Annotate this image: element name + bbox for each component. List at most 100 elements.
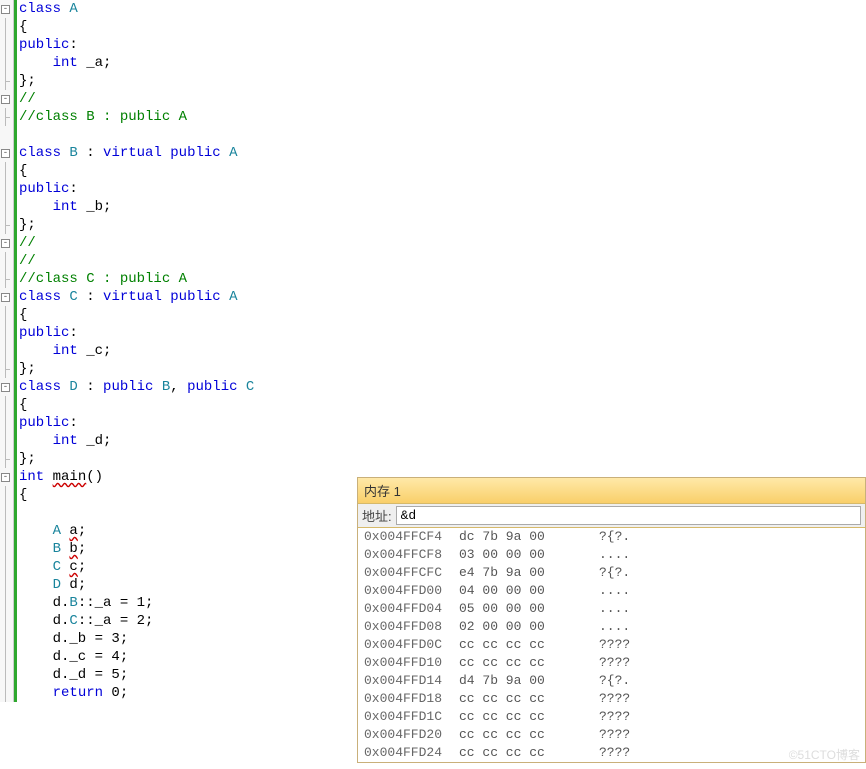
fold-end — [0, 108, 11, 126]
fold-toggle-icon[interactable]: - — [0, 90, 11, 108]
memory-hex: 04 00 00 00 — [459, 582, 599, 600]
fold-end — [0, 72, 11, 90]
memory-hex: 03 00 00 00 — [459, 546, 599, 564]
code-line[interactable]: int _d; — [19, 432, 866, 450]
memory-ascii: ?{?. — [599, 528, 630, 546]
fold-line — [0, 666, 11, 684]
memory-ascii: ???? — [599, 636, 630, 654]
fold-toggle-icon[interactable]: - — [0, 468, 11, 486]
memory-address-row: 地址: — [358, 504, 865, 528]
fold-gutter[interactable]: - - - - - - - — [0, 0, 14, 702]
memory-address: 0x004FFD14 — [364, 672, 459, 690]
code-line[interactable]: { — [19, 162, 866, 180]
fold-line — [0, 594, 11, 612]
code-line[interactable]: int _a; — [19, 54, 866, 72]
memory-address: 0x004FFD20 — [364, 726, 459, 744]
code-line[interactable]: class B : virtual public A — [19, 144, 866, 162]
code-line[interactable]: //class C : public A — [19, 270, 866, 288]
code-line[interactable]: //class B : public A — [19, 108, 866, 126]
code-line[interactable]: }; — [19, 450, 866, 468]
memory-row[interactable]: 0x004FFD18cc cc cc cc???? — [358, 690, 865, 708]
code-line[interactable]: { — [19, 306, 866, 324]
fold-line — [0, 252, 11, 270]
memory-address: 0x004FFD10 — [364, 654, 459, 672]
fold-end — [0, 270, 11, 288]
fold-line — [0, 36, 11, 54]
code-line[interactable]: }; — [19, 360, 866, 378]
code-line[interactable]: { — [19, 396, 866, 414]
memory-address: 0x004FFCFC — [364, 564, 459, 582]
memory-row[interactable]: 0x004FFD14d4 7b 9a 00?{?. — [358, 672, 865, 690]
memory-row[interactable]: 0x004FFD20cc cc cc cc???? — [358, 726, 865, 744]
fold-line — [0, 18, 11, 36]
code-line[interactable]: }; — [19, 72, 866, 90]
memory-row[interactable]: 0x004FFCFCe4 7b 9a 00?{?. — [358, 564, 865, 582]
fold-end — [0, 360, 11, 378]
memory-ascii: ?{?. — [599, 672, 630, 690]
memory-panel: 内存 1 地址: 0x004FFCF4dc 7b 9a 00?{?.0x004F… — [357, 477, 866, 763]
code-line[interactable]: class C : virtual public A — [19, 288, 866, 306]
fold-line — [0, 54, 11, 72]
fold-blank — [0, 126, 13, 144]
fold-toggle-icon[interactable]: - — [0, 378, 11, 396]
memory-row[interactable]: 0x004FFD0004 00 00 00.... — [358, 582, 865, 600]
fold-line — [0, 342, 11, 360]
code-line[interactable]: public: — [19, 414, 866, 432]
code-line[interactable]: // — [19, 234, 866, 252]
fold-line — [0, 198, 11, 216]
code-line[interactable]: // — [19, 90, 866, 108]
fold-toggle-icon[interactable]: - — [0, 234, 11, 252]
memory-ascii: ???? — [599, 708, 630, 726]
fold-line — [0, 504, 11, 522]
fold-line — [0, 648, 11, 666]
memory-row[interactable]: 0x004FFD0802 00 00 00.... — [358, 618, 865, 636]
memory-ascii: .... — [599, 618, 630, 636]
memory-row[interactable]: 0x004FFCF803 00 00 00.... — [358, 546, 865, 564]
memory-address: 0x004FFD00 — [364, 582, 459, 600]
memory-hex: cc cc cc cc — [459, 636, 599, 654]
code-line[interactable]: class A — [19, 0, 866, 18]
memory-body[interactable]: 0x004FFCF4dc 7b 9a 00?{?.0x004FFCF803 00… — [358, 528, 865, 762]
code-line[interactable]: public: — [19, 36, 866, 54]
code-line[interactable]: }; — [19, 216, 866, 234]
fold-line — [0, 612, 11, 630]
code-line[interactable]: int _c; — [19, 342, 866, 360]
memory-row[interactable]: 0x004FFD0Ccc cc cc cc???? — [358, 636, 865, 654]
memory-hex: cc cc cc cc — [459, 726, 599, 744]
fold-line — [0, 162, 11, 180]
memory-ascii: .... — [599, 582, 630, 600]
memory-address: 0x004FFCF4 — [364, 528, 459, 546]
memory-row[interactable]: 0x004FFD10cc cc cc cc???? — [358, 654, 865, 672]
memory-hex: cc cc cc cc — [459, 690, 599, 708]
code-line[interactable]: // — [19, 252, 866, 270]
memory-ascii: ?{?. — [599, 564, 630, 582]
code-line[interactable]: public: — [19, 180, 866, 198]
memory-hex: cc cc cc cc — [459, 654, 599, 672]
fold-line — [0, 522, 11, 540]
memory-ascii: ???? — [599, 726, 630, 744]
fold-line — [0, 558, 11, 576]
memory-row[interactable]: 0x004FFCF4dc 7b 9a 00?{?. — [358, 528, 865, 546]
memory-address: 0x004FFD1C — [364, 708, 459, 726]
code-line[interactable]: { — [19, 18, 866, 36]
fold-toggle-icon[interactable]: - — [0, 288, 11, 306]
memory-address: 0x004FFCF8 — [364, 546, 459, 564]
fold-line — [0, 486, 11, 504]
code-line[interactable]: int _b; — [19, 198, 866, 216]
fold-end — [0, 450, 11, 468]
code-line[interactable] — [19, 126, 866, 144]
memory-row[interactable]: 0x004FFD1Ccc cc cc cc???? — [358, 708, 865, 726]
memory-ascii: ???? — [599, 690, 630, 708]
fold-line — [0, 396, 11, 414]
code-line[interactable]: public: — [19, 324, 866, 342]
fold-line — [0, 306, 11, 324]
memory-address-input[interactable] — [396, 506, 861, 525]
code-line[interactable]: class D : public B, public C — [19, 378, 866, 396]
memory-hex: e4 7b 9a 00 — [459, 564, 599, 582]
fold-toggle-icon[interactable]: - — [0, 144, 11, 162]
memory-row[interactable]: 0x004FFD0405 00 00 00.... — [358, 600, 865, 618]
memory-title: 内存 1 — [358, 478, 865, 504]
memory-address: 0x004FFD04 — [364, 600, 459, 618]
fold-line — [0, 684, 11, 702]
fold-toggle-icon[interactable]: - — [0, 0, 11, 18]
